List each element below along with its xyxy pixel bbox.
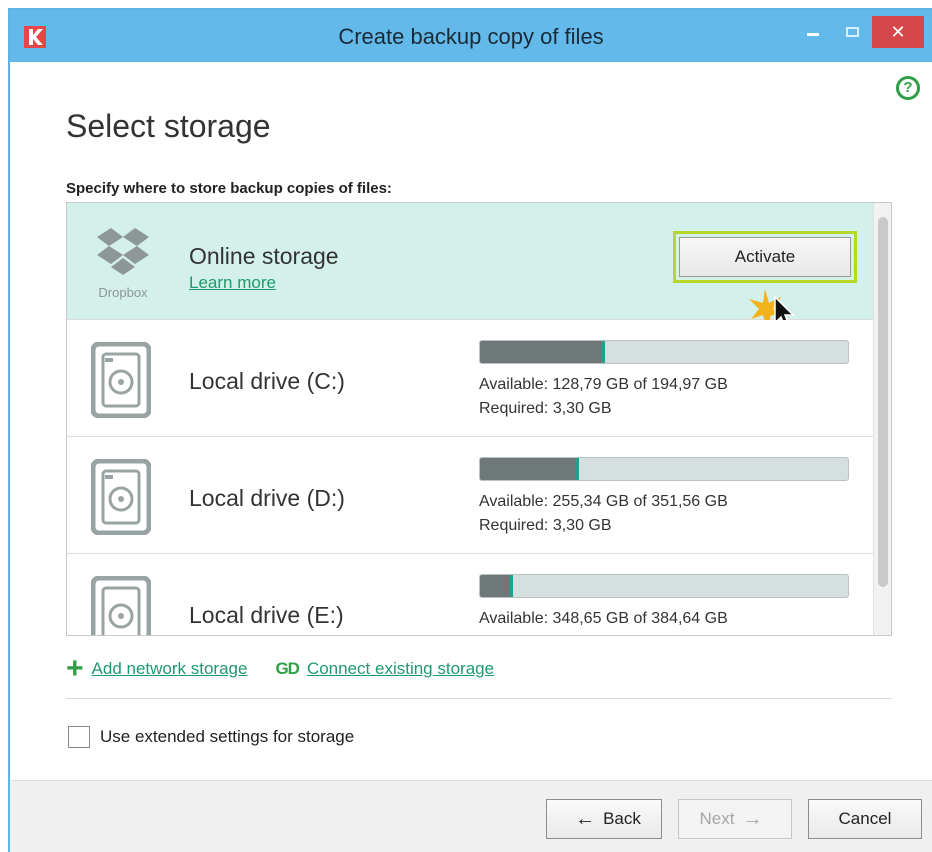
plus-icon: + xyxy=(66,652,84,685)
drive-d-name: Local drive (D:) xyxy=(189,485,345,511)
drive-e-available: Available: 348,65 GB of 384,64 GB xyxy=(479,610,728,627)
close-button[interactable]: ✕ xyxy=(872,16,924,48)
next-button-label: Next xyxy=(699,809,735,828)
learn-more-link[interactable]: Learn more xyxy=(189,273,276,293)
back-button-label: Back xyxy=(603,809,641,828)
arrow-left-icon: ← xyxy=(575,807,596,830)
drive-d-available: Available: 255,34 GB of 351,56 GB xyxy=(479,493,728,510)
hard-drive-icon xyxy=(91,342,151,418)
maximize-button[interactable] xyxy=(838,16,866,48)
drive-d-required: Required: 3,30 GB xyxy=(479,517,612,534)
add-network-storage-label[interactable]: Add network storage xyxy=(92,659,248,679)
link-icon: GD xyxy=(275,659,299,678)
drive-e-usage-bar xyxy=(479,574,849,598)
backup-wizard-window: Create backup copy of files ✕ ? Select s… xyxy=(8,8,932,852)
minimize-button[interactable] xyxy=(800,16,826,48)
wizard-footer: ← Back Next → Cancel xyxy=(10,780,932,852)
arrow-right-icon: → xyxy=(742,807,763,830)
maximize-icon xyxy=(845,27,859,37)
online-storage-name: Online storage xyxy=(189,243,339,269)
back-button[interactable]: ← Back xyxy=(546,799,662,839)
close-icon: ✕ xyxy=(890,21,906,42)
dropbox-label: Dropbox xyxy=(98,285,148,300)
extended-settings-checkbox[interactable] xyxy=(68,726,90,748)
extended-settings-label[interactable]: Use extended settings for storage xyxy=(100,727,354,747)
storage-item-drive-d[interactable]: Local drive (D:) Available: 255,34 GB of… xyxy=(67,437,873,554)
connect-existing-storage-link[interactable]: GD Connect existing storage xyxy=(275,659,494,679)
help-icon[interactable]: ? xyxy=(896,76,920,100)
divider xyxy=(66,698,892,699)
cancel-button[interactable]: Cancel xyxy=(808,799,922,839)
minimize-icon xyxy=(807,32,819,36)
hard-drive-icon xyxy=(91,459,151,535)
add-network-storage-link[interactable]: + Add network storage xyxy=(66,652,248,685)
page-subtitle: Specify where to store backup copies of … xyxy=(66,180,392,197)
storage-item-drive-c[interactable]: Local drive (C:) Available: 128,79 GB of… xyxy=(67,320,873,437)
storage-item-drive-e[interactable]: Local drive (E:) Available: 348,65 GB of… xyxy=(67,554,873,635)
drive-c-name: Local drive (C:) xyxy=(189,368,345,394)
drive-c-usage-fill xyxy=(480,341,606,363)
drive-e-usage-fill xyxy=(480,575,514,597)
scrollbar-thumb[interactable] xyxy=(878,217,888,587)
storage-list: Dropbox Online storage Learn more Activa… xyxy=(66,202,892,636)
storage-list-scrollbar[interactable] xyxy=(873,203,891,635)
drive-d-usage-bar xyxy=(479,457,849,481)
drive-c-required: Required: 3,30 GB xyxy=(479,400,612,417)
drive-d-usage-fill xyxy=(480,458,580,480)
drive-c-available: Available: 128,79 GB of 194,97 GB xyxy=(479,376,728,393)
title-bar: Create backup copy of files ✕ xyxy=(10,10,932,62)
activate-button[interactable]: Activate xyxy=(679,237,851,277)
storage-item-online[interactable]: Dropbox Online storage Learn more Activa… xyxy=(67,203,873,329)
hard-drive-icon xyxy=(91,576,151,635)
storage-actions: + Add network storage GD Connect existin… xyxy=(66,654,522,684)
drive-e-name: Local drive (E:) xyxy=(189,602,344,628)
dropbox-icon: Dropbox xyxy=(97,228,149,300)
window-title: Create backup copy of files xyxy=(338,24,604,49)
page-title: Select storage xyxy=(66,108,271,144)
next-button[interactable]: Next → xyxy=(678,799,792,839)
connect-existing-storage-label[interactable]: Connect existing storage xyxy=(307,659,494,679)
activate-highlight: Activate xyxy=(673,231,857,283)
drive-c-usage-bar xyxy=(479,340,849,364)
